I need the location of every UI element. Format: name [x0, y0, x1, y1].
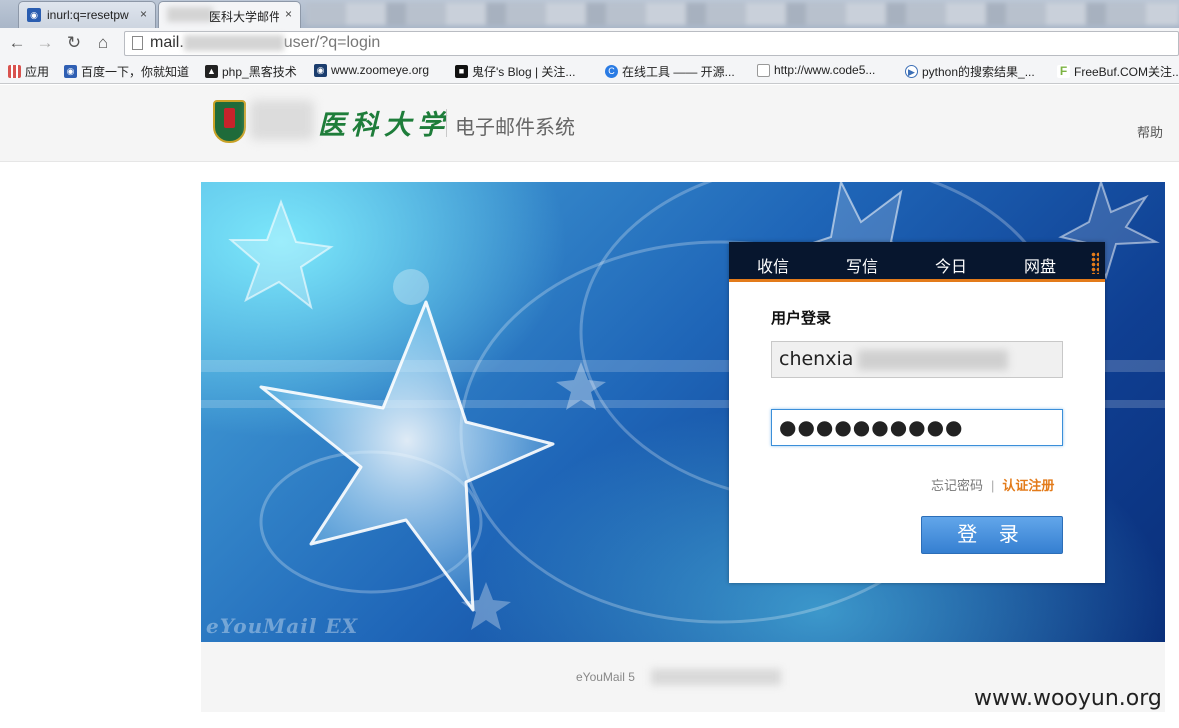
- redacted-logo-text: [250, 100, 314, 140]
- nav-compose[interactable]: 写信: [846, 253, 878, 277]
- bookmark-online-tools[interactable]: C 在线工具 —— 开源...: [605, 63, 735, 80]
- baidu-paw-icon: ◉: [27, 8, 41, 22]
- bookmark-baidu[interactable]: ◉ 百度一下，你就知道: [64, 63, 189, 80]
- redacted-host: [183, 34, 284, 51]
- bookmark-label: 应用: [25, 65, 50, 79]
- blurred-tabs: [306, 3, 1179, 25]
- bookmark-label: 百度一下，你就知道: [81, 65, 190, 79]
- username-input[interactable]: chenxia: [771, 341, 1063, 378]
- hat-icon: ▲: [205, 65, 218, 78]
- small-star-shape: [228, 199, 334, 310]
- grip-dots-icon[interactable]: [1091, 252, 1099, 274]
- university-crest-icon: [213, 100, 246, 143]
- address-bar[interactable]: mail. user/?q=login: [124, 31, 1179, 56]
- wooyun-watermark: www.wooyun.org: [974, 686, 1162, 711]
- bookmark-label: FreeBuf.COM关注...: [1074, 65, 1179, 79]
- back-arrow-icon[interactable]: ←: [6, 33, 28, 53]
- forward-arrow-icon[interactable]: →: [34, 33, 56, 53]
- bookmark-zoomeye[interactable]: ◉ www.zoomeye.org: [314, 63, 429, 77]
- bookmark-label: http://www.code5...: [774, 63, 876, 77]
- eye-icon: ◉: [314, 63, 327, 77]
- bookmark-php[interactable]: ▲ php_黑客技术: [205, 63, 297, 80]
- freebuf-f-icon: F: [1057, 65, 1070, 78]
- url-path: user/?q=login: [283, 34, 381, 51]
- link-separator: |: [991, 478, 995, 493]
- bookmark-label: www.zoomeye.org: [331, 63, 430, 77]
- bookmarks-bar: 应用 ◉ 百度一下，你就知道 ▲ php_黑客技术 ◉ www.zoomeye.…: [0, 59, 1179, 84]
- url-text: mail. user/?q=login: [150, 34, 380, 52]
- eyoumail-logo: eYouMail EX: [206, 614, 359, 638]
- tab-mail-login[interactable]: 医科大学邮件 ×: [158, 1, 301, 28]
- version-text: eYouMail 5: [576, 670, 635, 684]
- url-host: mail.: [150, 34, 184, 51]
- nav-netdisk[interactable]: 网盘: [1024, 253, 1056, 277]
- tab-title: inurl:q=resetpw: [47, 8, 129, 22]
- username-value: chenxia: [779, 348, 854, 370]
- bookmark-freebuf[interactable]: F FreeBuf.COM关注...: [1057, 63, 1179, 80]
- play-circle-icon: ▶: [905, 65, 918, 78]
- bookmark-python-search[interactable]: ▶ python的搜索结果_...: [905, 63, 1035, 80]
- register-link[interactable]: 认证注册: [1002, 478, 1054, 493]
- close-icon[interactable]: ×: [140, 7, 147, 21]
- bookmark-apps[interactable]: 应用: [8, 63, 49, 80]
- tab-resetpw[interactable]: ◉ inurl:q=resetpw ×: [18, 1, 156, 28]
- system-title: 电子邮件系统: [455, 117, 575, 139]
- close-icon[interactable]: ×: [285, 7, 292, 21]
- bookmark-code5[interactable]: http://www.code5...: [757, 63, 875, 77]
- login-title: 用户登录: [771, 310, 832, 327]
- help-link[interactable]: 帮助: [1137, 122, 1163, 141]
- redacted-version: [651, 669, 781, 685]
- nav-inbox[interactable]: 收信: [757, 253, 789, 277]
- apps-grid-icon: [8, 65, 21, 78]
- forgot-password-link[interactable]: 忘记密码: [931, 478, 983, 493]
- home-icon[interactable]: ⌂: [92, 33, 114, 53]
- password-mask: ●●●●●●●●●●: [779, 415, 964, 439]
- panel-nav: 收信 写信 今日 网盘: [729, 242, 1105, 282]
- page-icon: [757, 63, 770, 77]
- ghost-icon: ■: [455, 65, 468, 78]
- header-divider: [446, 109, 447, 137]
- bookmark-label: 鬼仔's Blog | 关注...: [472, 65, 576, 79]
- baidu-paw-icon: ◉: [64, 65, 77, 78]
- large-star-shape: [259, 300, 555, 612]
- bookmark-label: python的搜索结果_...: [922, 65, 1035, 79]
- login-panel: 收信 写信 今日 网盘 用户登录 chenxia ●●●●●●●●●● 忘记密码…: [729, 242, 1105, 583]
- tab-title: 医科大学邮件: [209, 10, 279, 24]
- browser-tab-strip: ◉ inurl:q=resetpw × 医科大学邮件 ×: [0, 0, 1179, 28]
- page-icon: [132, 36, 143, 50]
- nav-today[interactable]: 今日: [935, 253, 967, 277]
- login-button[interactable]: 登 录: [921, 516, 1063, 554]
- reload-icon[interactable]: ↻: [63, 33, 85, 53]
- redacted-username: [858, 350, 1008, 370]
- university-name: 医科大学: [318, 110, 450, 141]
- c-logo-icon: C: [605, 65, 618, 78]
- redacted-text: [167, 7, 213, 22]
- bookmark-label: 在线工具 —— 开源...: [622, 65, 735, 79]
- page-header: 医科大学 电子邮件系统 帮助: [0, 85, 1179, 162]
- bookmark-label: php_黑客技术: [222, 65, 297, 79]
- password-input[interactable]: ●●●●●●●●●●: [771, 409, 1063, 446]
- bookmark-ghost-blog[interactable]: ■ 鬼仔's Blog | 关注...: [455, 63, 575, 80]
- login-links: 忘记密码 | 认证注册: [931, 475, 1054, 494]
